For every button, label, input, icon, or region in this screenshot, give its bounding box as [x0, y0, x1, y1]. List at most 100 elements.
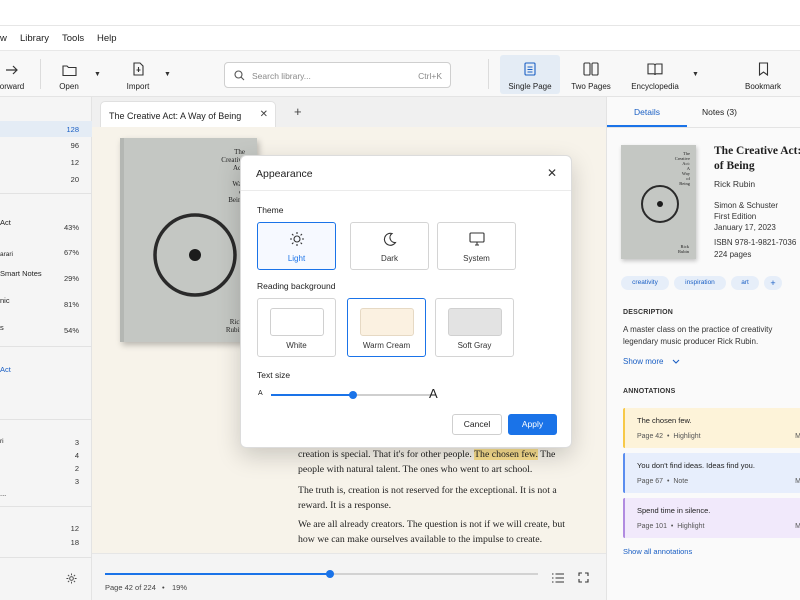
encyclopedia-dropdown-chevron-icon[interactable]: ▼: [692, 71, 699, 78]
annotation-card[interactable]: You don't find ideas. Ideas find you. Pa…: [623, 453, 800, 493]
text-size-slider[interactable]: [271, 391, 431, 399]
highlighted-text[interactable]: The chosen few.: [474, 449, 538, 460]
color-swatch: [448, 308, 502, 336]
single-page-button[interactable]: Single Page: [500, 55, 560, 94]
encyclopedia-button[interactable]: Encyclopedia: [626, 55, 684, 94]
annotation-meta: Page 42 • Highlight: [637, 433, 701, 440]
menu-tools[interactable]: Tools: [62, 33, 84, 44]
annotation-extra: M: [795, 523, 800, 530]
apply-button[interactable]: Apply: [508, 414, 557, 435]
book-title: The Creative Act: of Being: [714, 145, 800, 172]
open-button[interactable]: Open: [52, 55, 86, 94]
close-tab-icon[interactable]: ✕: [260, 109, 268, 120]
cancel-button[interactable]: Cancel: [452, 414, 502, 435]
menu-help[interactable]: Help: [97, 33, 117, 44]
sidebar-item[interactable]: 20: [0, 171, 92, 187]
description-heading: DESCRIPTION: [623, 309, 674, 316]
open-dropdown-chevron-icon[interactable]: ▼: [94, 71, 101, 78]
open-book-icon: [647, 63, 663, 76]
sidebar-reading-item[interactable]: Act 43%: [0, 214, 92, 232]
sidebar-divider: [0, 346, 92, 347]
book-edition: First Edition: [714, 212, 757, 221]
settings-gear-icon[interactable]: [66, 573, 77, 584]
close-icon[interactable]: ✕: [547, 166, 557, 180]
sidebar-item-current-book[interactable]: Act: [0, 361, 92, 377]
book-author: Rick Rubin: [714, 179, 756, 189]
small-text-icon: A: [258, 390, 263, 397]
sidebar-item-count: 4: [74, 451, 79, 460]
search-box[interactable]: Search library... Ctrl+K: [224, 62, 451, 88]
slider-thumb[interactable]: [349, 391, 357, 399]
two-pages-icon: [583, 62, 599, 76]
show-all-annotations-link[interactable]: Show all annotations: [623, 546, 692, 558]
import-button[interactable]: Import: [120, 55, 156, 94]
library-sidebar: 128 96 12 20 Act 43% arari 67% Smart Notes…: [0, 97, 92, 600]
open-label: Open: [59, 82, 79, 91]
page-indicator: Page 42 of 224: [105, 583, 156, 592]
book-publisher: Simon & Schuster: [714, 201, 779, 210]
two-pages-button[interactable]: Two Pages: [566, 55, 616, 94]
sidebar-item-count: 128: [66, 125, 79, 134]
annotation-card[interactable]: The chosen few. Page 42 • Highlight M: [623, 408, 800, 448]
list-icon[interactable]: [552, 573, 564, 583]
sidebar-reading-item[interactable]: arari 67%: [0, 243, 92, 259]
new-tab-plus-icon[interactable]: +: [294, 104, 302, 119]
title-bar: [0, 0, 800, 26]
theme-system-option[interactable]: System: [437, 222, 516, 270]
tab-creative-act[interactable]: The Creative Act: A Way of Being ✕: [100, 101, 276, 127]
details-panel: Details Notes (3) The Creative Act: A Way of B…: [606, 97, 800, 600]
sidebar-item-all-books[interactable]: 128: [0, 121, 92, 137]
tab-details[interactable]: Details: [634, 107, 660, 117]
sidebar-item-label: Act: [0, 365, 11, 374]
annotation-extra: M: [795, 433, 800, 440]
tag-art[interactable]: art: [731, 276, 759, 290]
forward-button[interactable]: orward: [0, 55, 32, 94]
sidebar-item-progress: 81%: [63, 300, 79, 309]
progress-thumb[interactable]: [326, 570, 334, 578]
description-line: A master class on the practice of creati…: [623, 325, 773, 334]
sidebar-reading-item[interactable]: nic 81%: [0, 292, 92, 309]
theme-light-option[interactable]: Light: [257, 222, 336, 270]
background-warm-cream-option[interactable]: Warm Cream: [347, 298, 426, 357]
menu-bar: w Library Tools Help: [0, 26, 800, 50]
annotation-quote: The chosen few.: [637, 416, 692, 425]
sidebar-item-label: ri: [0, 438, 4, 445]
bookmark-button[interactable]: Bookmark: [740, 55, 786, 94]
fullscreen-icon[interactable]: [578, 572, 589, 583]
tab-notes[interactable]: Notes (3): [702, 107, 737, 117]
color-swatch: [270, 308, 324, 336]
single-page-label: Single Page: [508, 82, 552, 91]
menu-library[interactable]: Library: [20, 33, 49, 44]
sidebar-author-more[interactable]: ...: [0, 485, 92, 501]
tab-title: The Creative Act: A Way of Being: [109, 111, 242, 121]
menu-view[interactable]: w: [0, 33, 7, 44]
tag-inspiration[interactable]: inspiration: [674, 276, 726, 290]
theme-option-label: Dark: [381, 254, 398, 263]
annotation-card[interactable]: Spend time in silence. Page 101 • Highli…: [623, 498, 800, 538]
document-tabs: The Creative Act: A Way of Being ✕ +: [92, 97, 606, 127]
sidebar-item[interactable]: 96: [0, 137, 92, 153]
sidebar-item[interactable]: 18: [0, 534, 92, 550]
search-icon: [234, 70, 245, 81]
add-tag-button[interactable]: +: [764, 276, 782, 290]
sidebar-item[interactable]: 12: [0, 154, 92, 170]
background-soft-gray-option[interactable]: Soft Gray: [435, 298, 514, 357]
cover-title: TheCreativeAct:AWayofBeing: [674, 151, 690, 186]
import-dropdown-chevron-icon[interactable]: ▼: [164, 71, 171, 78]
background-option-label: White: [286, 341, 307, 350]
book-isbn: ISBN 978-1-9821-7036: [714, 238, 797, 247]
sidebar-reading-item[interactable]: s 54%: [0, 319, 92, 335]
sidebar-item-label: ...: [0, 489, 7, 498]
bookmark-icon: [758, 62, 768, 76]
background-white-option[interactable]: White: [257, 298, 336, 357]
search-placeholder: Search library...: [252, 71, 311, 81]
sidebar-reading-item[interactable]: Smart Notes 29%: [0, 265, 92, 283]
sidebar-item-count: 2: [74, 464, 79, 473]
show-more-link[interactable]: Show more: [623, 356, 680, 368]
annotation-quote: Spend time in silence.: [637, 506, 711, 515]
theme-dark-option[interactable]: Dark: [350, 222, 429, 270]
progress-slider[interactable]: [105, 570, 538, 578]
text-size-label: Text size: [257, 370, 291, 380]
book-date: January 17, 2023: [714, 223, 776, 232]
tag-creativity[interactable]: creativity: [621, 276, 669, 290]
